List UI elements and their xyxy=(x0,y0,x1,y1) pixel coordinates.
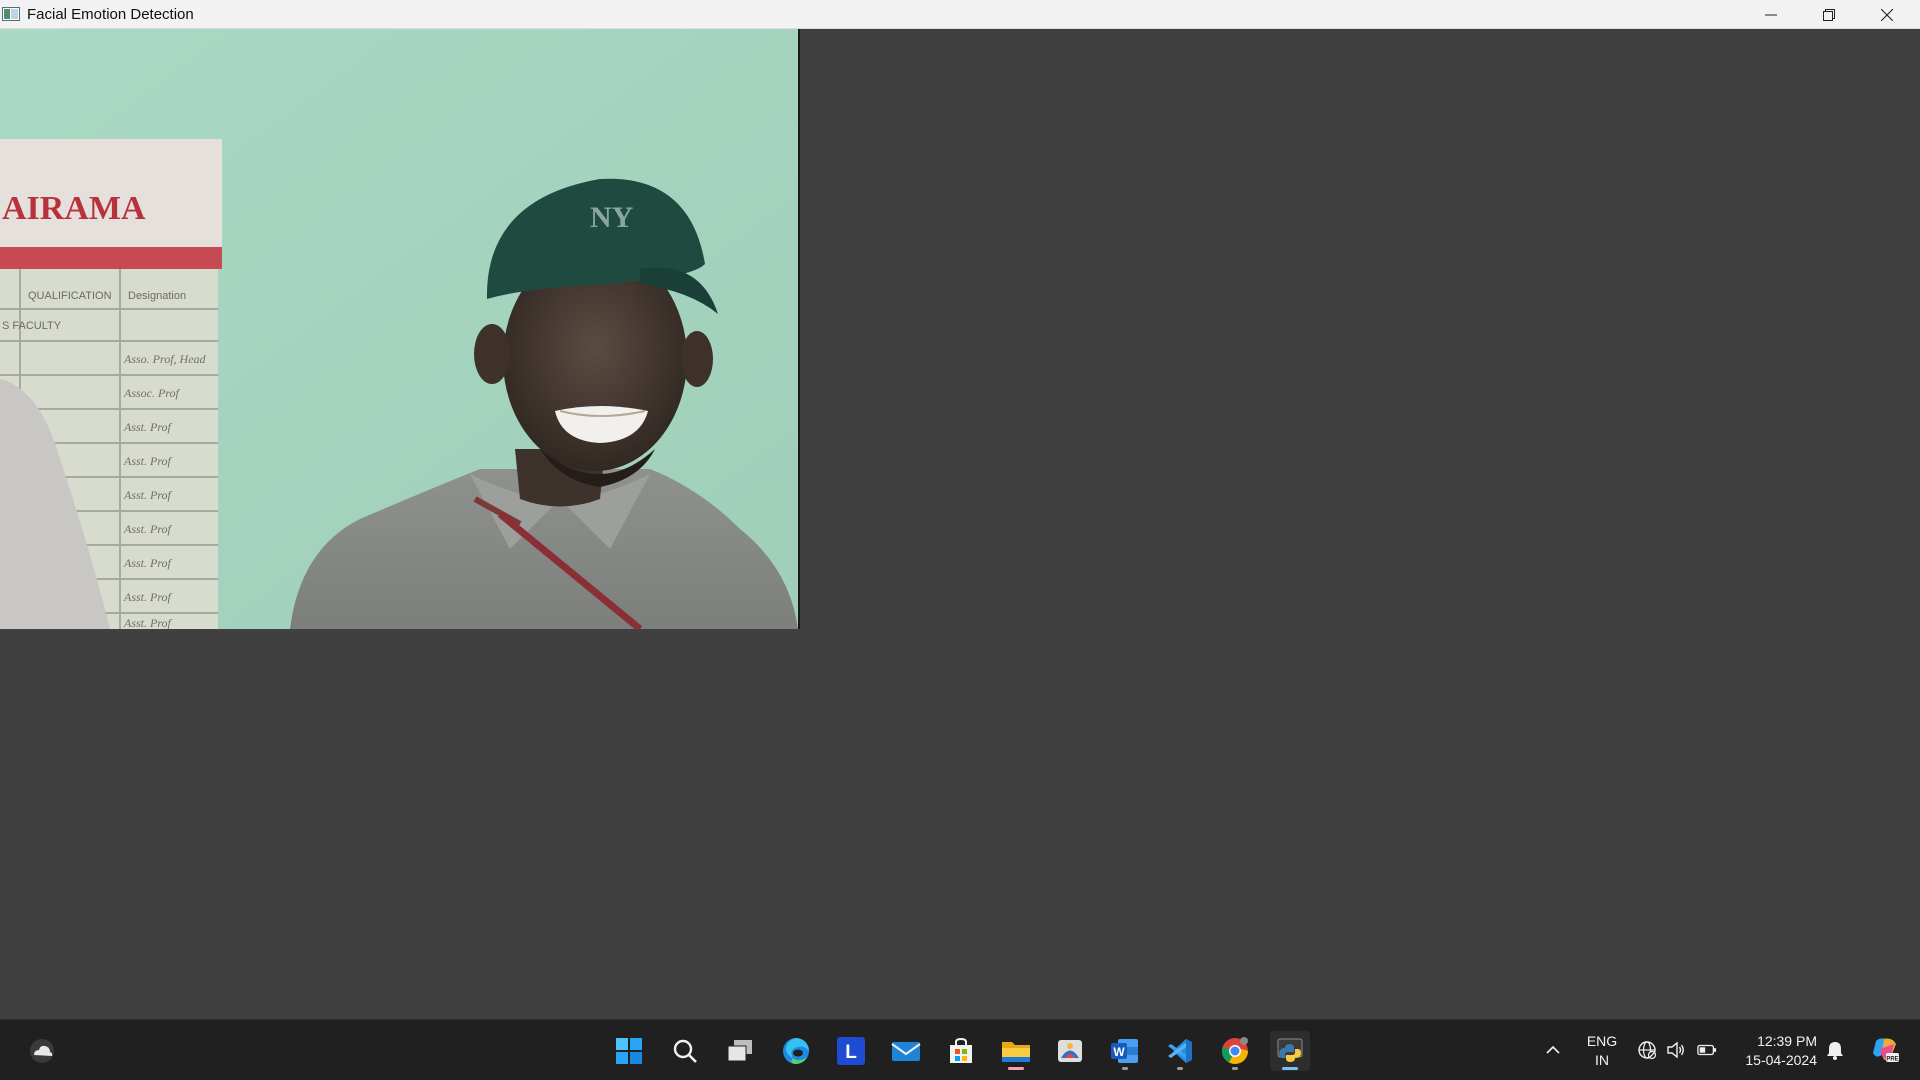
taskbar: L W ENG IN 12:39 PM 15-04-2024 PRE xyxy=(0,1019,1920,1080)
file-explorer-taskbar-button[interactable] xyxy=(996,1031,1036,1071)
task-view-icon xyxy=(727,1040,752,1062)
notice-row-3: Asst. Prof xyxy=(123,420,173,434)
notice-row-9: Asst. Prof xyxy=(123,616,173,629)
close-icon xyxy=(1881,8,1893,21)
language-line-2: IN xyxy=(1595,1052,1609,1068)
clock-time: 12:39 PM xyxy=(1757,1033,1817,1049)
running-indicator xyxy=(1282,1067,1298,1070)
copilot-button[interactable]: PRE xyxy=(1870,1035,1900,1065)
battery-button[interactable] xyxy=(1697,1040,1717,1060)
copilot-icon: PRE xyxy=(1873,1038,1899,1063)
word-letter: W xyxy=(1113,1045,1125,1059)
bell-notification-icon xyxy=(1827,1042,1843,1060)
volume-button[interactable] xyxy=(1666,1040,1686,1060)
title-bar: Facial Emotion Detection xyxy=(0,0,1920,29)
notice-row-2: Assoc. Prof xyxy=(123,386,181,400)
running-indicator xyxy=(1177,1067,1183,1070)
notice-row-4: Asst. Prof xyxy=(123,454,173,468)
python-icon xyxy=(1277,1038,1303,1062)
restore-icon xyxy=(1823,8,1835,21)
minimize-button[interactable] xyxy=(1742,0,1800,29)
notice-row-6: Asst. Prof xyxy=(123,522,173,536)
running-indicator xyxy=(1008,1067,1024,1070)
store-icon xyxy=(950,1037,972,1063)
mail-icon xyxy=(891,1042,921,1061)
search-button[interactable] xyxy=(665,1031,705,1071)
window-client-area: AIRAMA QUALIFICATION Designation S FACUL… xyxy=(0,29,1920,1019)
weather-cloud-icon xyxy=(30,1039,54,1063)
folder-icon xyxy=(1002,1042,1030,1062)
start-button[interactable] xyxy=(609,1031,649,1071)
notifications-button[interactable] xyxy=(1825,1040,1845,1060)
python-taskbar-button[interactable] xyxy=(1270,1031,1310,1071)
edge-taskbar-button[interactable] xyxy=(776,1031,816,1071)
word-taskbar-button[interactable]: W xyxy=(1105,1031,1145,1071)
language-line-1: ENG xyxy=(1586,1033,1618,1049)
windows-start-icon xyxy=(616,1038,642,1064)
notice-row-5: Asst. Prof xyxy=(123,488,173,502)
vscode-icon xyxy=(1168,1039,1192,1063)
l-app-letter: L xyxy=(845,1042,857,1063)
notice-row-8: Asst. Prof xyxy=(123,590,173,604)
cap-logo: NY xyxy=(590,201,634,234)
clock-date: 15-04-2024 xyxy=(1745,1052,1817,1068)
photos-taskbar-button[interactable] xyxy=(1050,1031,1090,1071)
search-icon xyxy=(673,1039,697,1063)
window-title: Facial Emotion Detection xyxy=(27,6,194,23)
network-button[interactable] xyxy=(1637,1040,1657,1060)
running-indicator xyxy=(1232,1067,1238,1070)
chevron-up-icon xyxy=(1546,1045,1560,1054)
notice-board-column-2: Designation xyxy=(128,290,186,302)
video-frame-edge xyxy=(798,29,800,629)
battery-icon xyxy=(1697,1044,1717,1056)
webcam-video-feed: AIRAMA QUALIFICATION Designation S FACUL… xyxy=(0,29,798,629)
chrome-icon xyxy=(1221,1037,1248,1064)
clock[interactable]: 12:39 PM 15-04-2024 xyxy=(1735,1032,1817,1070)
speaker-volume-icon xyxy=(1667,1041,1684,1059)
store-taskbar-button[interactable] xyxy=(941,1031,981,1071)
edge-browser-icon xyxy=(783,1038,809,1064)
language-indicator[interactable]: ENG IN xyxy=(1580,1032,1624,1070)
mail-taskbar-button[interactable] xyxy=(886,1031,926,1071)
close-button[interactable] xyxy=(1858,0,1916,29)
app-window-icon xyxy=(2,6,20,22)
notice-board-heading: AIRAMA xyxy=(2,190,146,227)
photos-icon xyxy=(1058,1040,1082,1062)
vscode-taskbar-button[interactable] xyxy=(1160,1031,1200,1071)
notice-row-1: Asso. Prof, Head xyxy=(123,352,207,366)
globe-network-icon xyxy=(1638,1041,1657,1060)
l-app-icon: L xyxy=(837,1037,865,1065)
restore-button[interactable] xyxy=(1800,0,1858,29)
widgets-button[interactable] xyxy=(22,1031,62,1071)
notice-board-section: S FACULTY xyxy=(2,320,62,332)
running-indicator xyxy=(1122,1067,1128,1070)
show-hidden-icons-button[interactable] xyxy=(1543,1040,1563,1060)
l-app-taskbar-button[interactable]: L xyxy=(831,1031,871,1071)
notice-board-column-1: QUALIFICATION xyxy=(28,290,112,302)
notice-row-7: Asst. Prof xyxy=(123,556,173,570)
chrome-taskbar-button[interactable] xyxy=(1215,1031,1255,1071)
word-icon: W xyxy=(1111,1039,1138,1063)
minimize-icon xyxy=(1765,14,1777,15)
task-view-button[interactable] xyxy=(720,1031,760,1071)
svg-text:PRE: PRE xyxy=(1886,1057,1898,1063)
